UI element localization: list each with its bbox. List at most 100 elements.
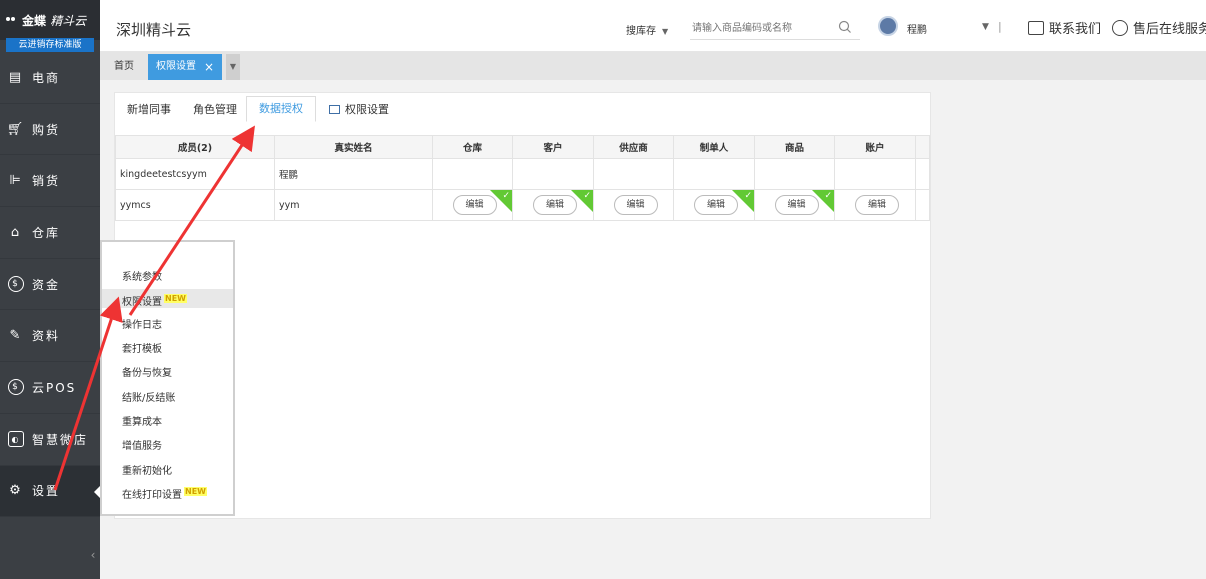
menu-item-closing[interactable]: 结账/反结账 (122, 389, 175, 404)
search-type-select[interactable]: 搜库存 ▼ (626, 22, 668, 37)
check-icon: ✓ (583, 191, 591, 201)
menu-item-online-print[interactable]: 在线打印设置 NEW (122, 486, 207, 501)
menu-item-recalc-cost[interactable]: 重算成本 (122, 413, 162, 428)
table-row: kingdeetestcsyym 程鹏 (115, 158, 930, 190)
menu-item-operation-log[interactable]: 操作日志 (122, 316, 162, 331)
tab-home[interactable]: 首页 (104, 56, 144, 78)
subtab-data-auth[interactable]: 数据授权 (246, 96, 316, 122)
search-icon[interactable] (838, 20, 852, 34)
contact-label: 联系我们 (1049, 22, 1102, 37)
perm-cell-supplier: 编辑 (593, 189, 674, 221)
tab-label: 权限设置 (156, 61, 196, 72)
caret-down-icon: ▼ (662, 27, 669, 36)
perm-cell (673, 158, 755, 190)
permission-card: 新增同事 角色管理 数据授权 权限设置 成员(2) 真实姓名 仓库 客户 供应商… (114, 92, 931, 519)
menu-item-value-added[interactable]: 增值服务 (122, 437, 162, 452)
perm-cell-product: 编辑 ✓ (754, 189, 835, 221)
nav-label: 销货 (32, 174, 61, 189)
settings-menu: 系统参数 权限设置 NEW 操作日志 套打模板 备份与恢复 结账/反结账 重算成本… (100, 240, 235, 516)
table-header-row: 成员(2) 真实姓名 仓库 客户 供应商 制单人 商品 账户 (115, 135, 930, 159)
money-icon: $ (8, 276, 24, 293)
nav-item-warehouse[interactable]: ⌂ 仓库 (0, 207, 100, 259)
nav-item-pos[interactable]: $ 云POS (0, 362, 100, 414)
col-header: 商品 (754, 135, 835, 159)
menu-item-print-template[interactable]: 套打模板 (122, 340, 162, 355)
check-icon: ✓ (502, 191, 510, 201)
tab-permission-settings[interactable]: 权限设置 × (148, 54, 223, 80)
menu-label: 权限设置 (122, 297, 162, 308)
sell-icon: ⊫ (9, 173, 23, 189)
nav-item-ecommerce[interactable]: ▤ 电商 (0, 52, 100, 104)
avatar[interactable] (878, 16, 898, 36)
member-cell: kingdeetestcsyym (115, 158, 275, 190)
nav-label: 资料 (32, 329, 61, 344)
subtab-new-colleague[interactable]: 新增同事 (127, 101, 171, 117)
gear-icon: ⚙ (9, 483, 23, 499)
permission-table: 成员(2) 真实姓名 仓库 客户 供应商 制单人 商品 账户 kingdeete… (115, 135, 930, 221)
header: 深圳精斗云 搜库存 ▼ 程鹏 ▼ | 联系我们 售后在线服务 (100, 0, 1206, 52)
video-icon (329, 105, 340, 114)
col-header: 成员(2) (115, 135, 275, 159)
menu-label: 在线打印设置 (122, 490, 182, 501)
col-header: 客户 (512, 135, 594, 159)
edit-button[interactable]: 编辑 (613, 195, 658, 215)
subtab-role-manage[interactable]: 角色管理 (193, 101, 237, 117)
user-name[interactable]: 程鹏 (907, 21, 927, 36)
menu-item-permission-settings[interactable]: 权限设置 NEW (102, 289, 233, 308)
nav-item-funds[interactable]: $ 资金 (0, 259, 100, 311)
col-header: 账户 (834, 135, 916, 159)
pos-icon: $ (8, 379, 24, 396)
edition-badge: 云进销存标准版 (6, 38, 94, 52)
collapse-sidebar-icon[interactable]: ‹ (86, 540, 100, 570)
online-service-link[interactable]: 售后在线服务 (1112, 18, 1206, 37)
cart-icon: 🛒︎ (6, 121, 26, 137)
search-input[interactable] (690, 18, 860, 40)
perm-cell (593, 158, 674, 190)
check-icon: ✓ (824, 191, 832, 201)
perm-cell (512, 158, 594, 190)
spacer-cell (915, 158, 930, 190)
nav-label: 仓库 (32, 225, 61, 240)
warehouse-icon: ⌂ (10, 224, 22, 240)
real-name-cell: yym (274, 189, 433, 221)
menu-item-system-params[interactable]: 系统参数 (122, 268, 162, 283)
header-divider: | (998, 20, 1002, 33)
chevron-down-icon[interactable]: ▼ (226, 54, 240, 80)
nav-label: 设置 (32, 484, 61, 499)
contact-us-link[interactable]: 联系我们 (1028, 18, 1101, 37)
real-name-cell: 程鹏 (274, 158, 433, 190)
sidebar: 金蝶 精斗云 云进销存标准版 ▤ 电商 🛒︎ 购货 ⊫ 销货 ⌂ 仓库 $ 资金 ✎ 资料 … (0, 0, 100, 579)
edit-button[interactable]: 编辑 (855, 195, 899, 215)
new-badge: NEW (164, 294, 187, 303)
col-header: 仓库 (432, 135, 513, 159)
nav-label: 智慧微店 (32, 432, 89, 447)
nav-label: 云POS (32, 380, 77, 395)
menu-item-backup-restore[interactable]: 备份与恢复 (122, 364, 172, 379)
perm-cell-customer: 编辑 ✓ (512, 189, 594, 221)
menu-item-reinitialize[interactable]: 重新初始化 (122, 462, 172, 477)
subtabs: 新增同事 角色管理 数据授权 权限设置 (115, 93, 930, 125)
perm-cell-account: 编辑 (834, 189, 916, 221)
nav-label: 电商 (32, 70, 61, 85)
caret-down-icon[interactable]: ▼ (982, 22, 989, 32)
main-nav: ▤ 电商 🛒︎ 购货 ⊫ 销货 ⌂ 仓库 $ 资金 ✎ 资料 $ 云POS ◐ 智慧微店 ⚙ 设置 (0, 52, 100, 518)
col-header: 制单人 (673, 135, 755, 159)
subtab-perm-settings[interactable]: 权限设置 (329, 101, 389, 117)
close-icon[interactable]: × (204, 54, 214, 80)
content-area: 新增同事 角色管理 数据授权 权限设置 成员(2) 真实姓名 仓库 客户 供应商… (100, 80, 1206, 579)
page-tabbar: 首页 权限设置 × ▼ (100, 52, 1206, 80)
perm-cell-creator: 编辑 ✓ (673, 189, 755, 221)
company-name: 深圳精斗云 (116, 21, 192, 39)
col-header-spacer (915, 135, 930, 159)
nav-item-micro-shop[interactable]: ◐ 智慧微店 (0, 414, 100, 466)
nav-item-data[interactable]: ✎ 资料 (0, 310, 100, 363)
nav-item-purchase[interactable]: 🛒︎ 购货 (0, 104, 100, 156)
shop-icon: ◐ (8, 431, 24, 448)
nav-item-settings[interactable]: ⚙ 设置 (0, 465, 100, 518)
service-label: 售后在线服务 (1133, 22, 1206, 37)
check-icon: ✓ (744, 191, 752, 201)
col-header: 供应商 (593, 135, 674, 159)
member-cell: yymcs (115, 189, 275, 221)
col-header: 真实姓名 (274, 135, 433, 159)
nav-item-sales[interactable]: ⊫ 销货 (0, 155, 100, 208)
